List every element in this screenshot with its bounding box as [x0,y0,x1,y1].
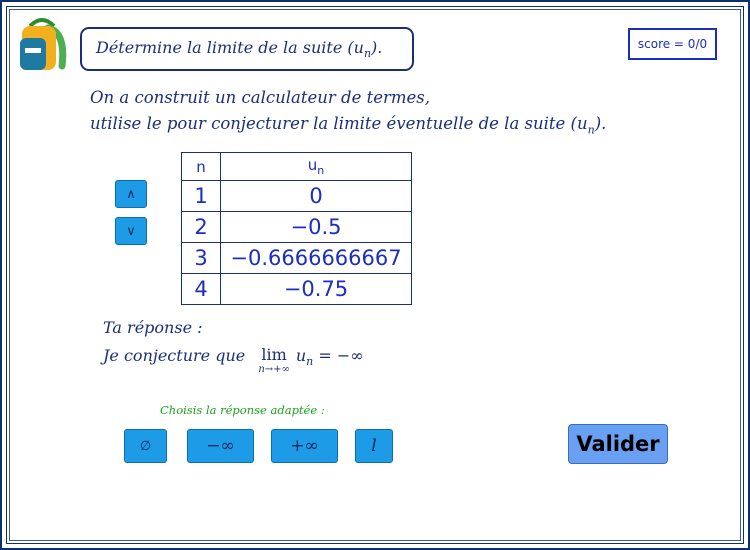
cell-u: −0.6666666667 [220,242,412,274]
previous-terms-button[interactable]: ∧ [115,180,147,208]
intro-line-2: utilise le pour conjecturer la limite év… [90,114,607,137]
page-title: Détermine la limite de la suite (un). [80,27,414,71]
choice-minus-infinity-button[interactable]: −∞ [187,429,254,463]
cell-n: 4 [181,273,221,305]
choice-empty-set-button[interactable]: ∅ [124,429,167,463]
table-header-row: n un [181,152,412,181]
table-row: 3 −0.6666666667 [181,242,412,274]
terms-table: n un 1 0 2 −0.5 3 −0.6666666667 4 −0.75 [181,152,412,305]
column-header-n: n [181,152,221,181]
choice-prompt: Choisis la réponse adaptée : [160,403,325,417]
limit-operator: lim n→+∞ [258,345,290,376]
cell-u: −0.75 [220,273,412,305]
score-badge: score = 0/0 [628,28,717,60]
next-terms-button[interactable]: ∨ [115,217,147,245]
column-header-un: un [220,152,412,181]
cell-u: 0 [220,180,412,212]
table-row: 2 −0.5 [181,211,412,243]
choice-plus-infinity-button[interactable]: +∞ [271,429,338,463]
table-row: 4 −0.75 [181,273,412,305]
intro-line-1: On a construit un calculateur de termes, [90,88,431,107]
validate-button[interactable]: Valider [568,424,668,464]
cell-n: 3 [181,242,221,274]
backpack-icon [20,18,67,70]
table-row: 1 0 [181,180,412,212]
cell-n: 1 [181,180,221,212]
cell-n: 2 [181,211,221,243]
title-text: Détermine la limite de la suite (un). [96,37,383,61]
cell-u: −0.5 [220,211,412,243]
choice-finite-limit-button[interactable]: l [355,429,393,463]
answer-conjecture: Je conjecture que lim n→+∞ un = −∞ [103,345,364,376]
answer-label: Ta réponse : [103,318,203,337]
